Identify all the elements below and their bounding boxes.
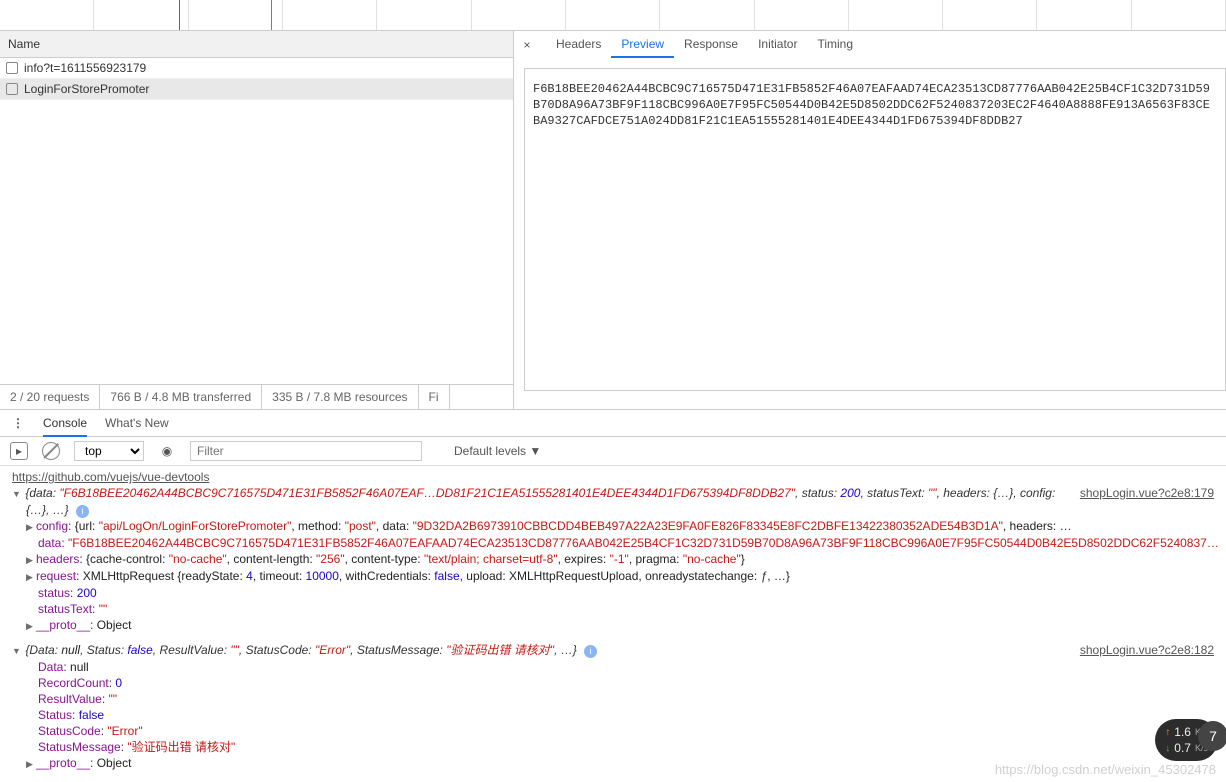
expand-icon[interactable] — [26, 568, 36, 585]
kebab-icon[interactable]: ⋮ — [12, 416, 25, 430]
detail-tabs: × Headers Preview Response Initiator Tim… — [514, 31, 1226, 58]
network-speed-badge: ↑1.6K/s ↓0.7K/s 7 — [1155, 719, 1218, 761]
live-expression-icon[interactable] — [158, 442, 176, 460]
info-icon[interactable]: i — [76, 505, 89, 518]
timeline-marker-blue — [179, 0, 180, 30]
network-status-bar: 2 / 20 requests 766 B / 4.8 MB transferr… — [0, 385, 513, 409]
status-count: 2 / 20 requests — [0, 385, 100, 409]
network-panel: Name info?t=1611556923179 LoginForStoreP… — [0, 31, 1226, 410]
expand-icon[interactable] — [26, 551, 36, 568]
console-output[interactable]: https://github.com/vuejs/vue-devtools sh… — [0, 466, 1226, 782]
badge-circle: 7 — [1198, 721, 1226, 751]
arrow-up-icon: ↑ — [1165, 727, 1170, 738]
watermark: https://blog.csdn.net/weixin_45302478 — [995, 762, 1216, 777]
console-toolbar: ▸ top Default levels ▼ — [0, 437, 1226, 466]
request-name: LoginForStorePromoter — [24, 82, 149, 96]
expand-icon[interactable] — [26, 518, 36, 535]
tab-response[interactable]: Response — [674, 31, 748, 58]
status-transferred: 766 B / 4.8 MB transferred — [100, 385, 262, 409]
log-level-select[interactable]: Default levels ▼ — [454, 444, 541, 458]
expand-icon[interactable] — [12, 642, 22, 659]
checkbox-icon[interactable] — [6, 62, 18, 74]
object-summary[interactable]: {data: "F6B18BEE20462A44BCBC9C716575D471… — [25, 486, 1055, 500]
status-resources: 335 B / 7.8 MB resources — [262, 385, 418, 409]
request-detail-pane: × Headers Preview Response Initiator Tim… — [514, 31, 1226, 409]
arrow-down-icon: ↓ — [1165, 743, 1170, 754]
filter-input[interactable] — [190, 441, 422, 461]
request-list-header[interactable]: Name — [0, 31, 513, 58]
tab-preview[interactable]: Preview — [611, 31, 674, 58]
checkbox-icon[interactable] — [6, 83, 18, 95]
source-link[interactable]: shopLogin.vue?c2e8:182 — [1080, 642, 1214, 658]
request-list: info?t=1611556923179 LoginForStorePromot… — [0, 58, 513, 385]
devtools-link[interactable]: https://github.com/vuejs/vue-devtools — [12, 470, 209, 484]
tab-initiator[interactable]: Initiator — [748, 31, 807, 58]
tab-whatsnew[interactable]: What's New — [105, 410, 169, 437]
context-select[interactable]: top — [74, 441, 144, 461]
tab-headers[interactable]: Headers — [546, 31, 611, 58]
tab-timing[interactable]: Timing — [807, 31, 863, 58]
tab-console[interactable]: Console — [43, 410, 87, 437]
sidebar-toggle-icon[interactable]: ▸ — [10, 442, 28, 460]
request-name: info?t=1611556923179 — [24, 61, 146, 75]
expand-icon[interactable] — [26, 755, 36, 772]
timeline-marker-red — [271, 0, 272, 30]
source-link[interactable]: shopLogin.vue?c2e8:179 — [1080, 485, 1214, 501]
preview-content[interactable]: F6B18BEE20462A44BCBC9C716575D471E31FB585… — [524, 68, 1226, 391]
request-list-pane: Name info?t=1611556923179 LoginForStoreP… — [0, 31, 514, 409]
object-summary[interactable]: {Data: null, Status: false, ResultValue:… — [25, 643, 576, 657]
close-icon[interactable]: × — [520, 38, 534, 52]
expand-icon[interactable] — [12, 485, 22, 502]
request-row[interactable]: info?t=1611556923179 — [0, 58, 513, 79]
status-extra: Fi — [419, 385, 450, 409]
info-icon[interactable]: i — [584, 645, 597, 658]
drawer-tabs: ⋮ Console What's New — [0, 410, 1226, 437]
timeline-ruler[interactable] — [0, 0, 1226, 31]
clear-console-icon[interactable] — [42, 442, 60, 460]
expand-icon[interactable] — [26, 617, 36, 634]
request-row[interactable]: LoginForStorePromoter — [0, 79, 513, 100]
